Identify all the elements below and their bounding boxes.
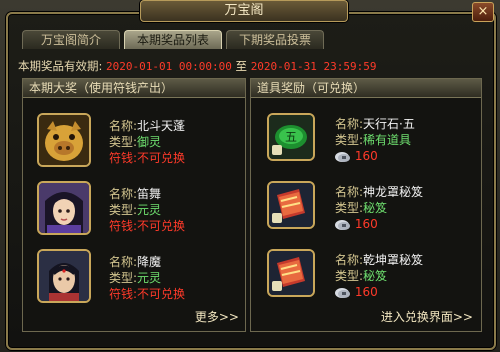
close-button[interactable]: × xyxy=(472,2,494,22)
coin-label: 符钱: xyxy=(109,219,138,233)
name-label: 名称: xyxy=(109,119,138,133)
app-root: 万宝阁 × 万宝阁简介 本期奖品列表 下期奖品投票 本期奖品有效期: 2020-… xyxy=(0,0,500,352)
coin-label: 符钱: xyxy=(109,287,138,301)
reward-item[interactable]: 名称:神龙罩秘笈 类型:秘笈 160 xyxy=(251,179,481,243)
item-rewards-panel: 道具奖励（可兑换） 五 名称:天行石·五 类型:稀有道具 160 名称:神龙罩秘… xyxy=(250,78,482,332)
price: 160 xyxy=(354,285,378,299)
name-label: 名称: xyxy=(335,185,364,199)
name-label: 名称: xyxy=(335,117,364,131)
tianxing-stone-icon: 五 xyxy=(267,113,315,161)
tab-current-prizes[interactable]: 本期奖品列表 xyxy=(124,30,222,49)
type-label: 类型: xyxy=(335,133,364,147)
more-link[interactable]: 更多>> xyxy=(195,308,239,325)
badge-text: 五 xyxy=(285,130,297,144)
coin-status: 不可兑换 xyxy=(137,219,186,233)
price: 160 xyxy=(354,149,378,163)
item-name: 乾坤罩秘笈 xyxy=(363,253,424,267)
name-label: 名称: xyxy=(109,255,138,269)
reward-item[interactable]: 名称:乾坤罩秘笈 类型:秘笈 160 xyxy=(251,247,481,311)
item-name: 神龙罩秘笈 xyxy=(363,185,424,199)
grand-prize-header: 本期大奖（使用符钱产出） xyxy=(23,79,245,98)
coin-icon xyxy=(335,287,351,299)
item-type: 元灵 xyxy=(137,271,162,285)
tab-intro[interactable]: 万宝阁简介 xyxy=(22,30,120,49)
type-label: 类型: xyxy=(109,271,138,285)
price: 160 xyxy=(354,217,378,231)
exchange-link[interactable]: 进入兑换界面>> xyxy=(381,308,473,325)
item-name: 笛舞 xyxy=(137,187,162,201)
dizhu-portrait xyxy=(37,181,91,235)
reward-item[interactable]: 五 名称:天行石·五 类型:稀有道具 160 xyxy=(251,111,481,175)
grand-prize-item[interactable]: 名称:降魔 类型:元灵 符钱:不可兑换 xyxy=(23,247,245,311)
item-type: 元灵 xyxy=(137,203,162,217)
item-type: 秘笈 xyxy=(363,201,388,215)
item-type: 稀有道具 xyxy=(363,133,412,147)
type-label: 类型: xyxy=(109,135,138,149)
item-rewards-header: 道具奖励（可兑换） xyxy=(251,79,481,98)
validity-label: 本期奖品有效期: xyxy=(18,59,103,73)
beidou-tianpeng-portrait xyxy=(37,113,91,167)
book-icon xyxy=(267,181,315,229)
coin-status: 不可兑换 xyxy=(137,287,186,301)
item-type: 御灵 xyxy=(137,135,162,149)
type-label: 类型: xyxy=(335,269,364,283)
coin-icon xyxy=(335,219,351,231)
window-title: 万宝阁 xyxy=(224,3,264,18)
item-name: 降魔 xyxy=(137,255,162,269)
coin-label: 符钱: xyxy=(109,151,138,165)
tab-next-vote[interactable]: 下期奖品投票 xyxy=(226,30,324,49)
coin-status: 不可兑换 xyxy=(137,151,186,165)
item-name: 天行石·五 xyxy=(363,117,415,131)
grand-prize-item[interactable]: 名称:笛舞 类型:元灵 符钱:不可兑换 xyxy=(23,179,245,243)
validity-end: 2020-01-31 23:59:59 xyxy=(250,60,377,73)
item-type: 秘笈 xyxy=(363,269,388,283)
xiangmo-portrait xyxy=(37,249,91,303)
window-title-bar: 万宝阁 xyxy=(140,0,348,22)
validity-start: 2020-01-01 00:00:00 xyxy=(106,60,232,73)
coin-icon xyxy=(335,151,351,163)
book-icon xyxy=(267,249,315,297)
item-name: 北斗天蓬 xyxy=(137,119,186,133)
type-label: 类型: xyxy=(335,201,364,215)
type-label: 类型: xyxy=(109,203,138,217)
name-label: 名称: xyxy=(109,187,138,201)
validity-line: 本期奖品有效期: 2020-01-01 00:00:00 至 2020-01-3… xyxy=(18,58,377,74)
grand-prize-panel: 本期大奖（使用符钱产出） 名称:北斗天蓬 类型:御灵 符钱:不可兑换 名称:笛舞… xyxy=(22,78,246,332)
validity-separator: 至 xyxy=(235,59,248,73)
grand-prize-item[interactable]: 名称:北斗天蓬 类型:御灵 符钱:不可兑换 xyxy=(23,111,245,175)
name-label: 名称: xyxy=(335,253,364,267)
